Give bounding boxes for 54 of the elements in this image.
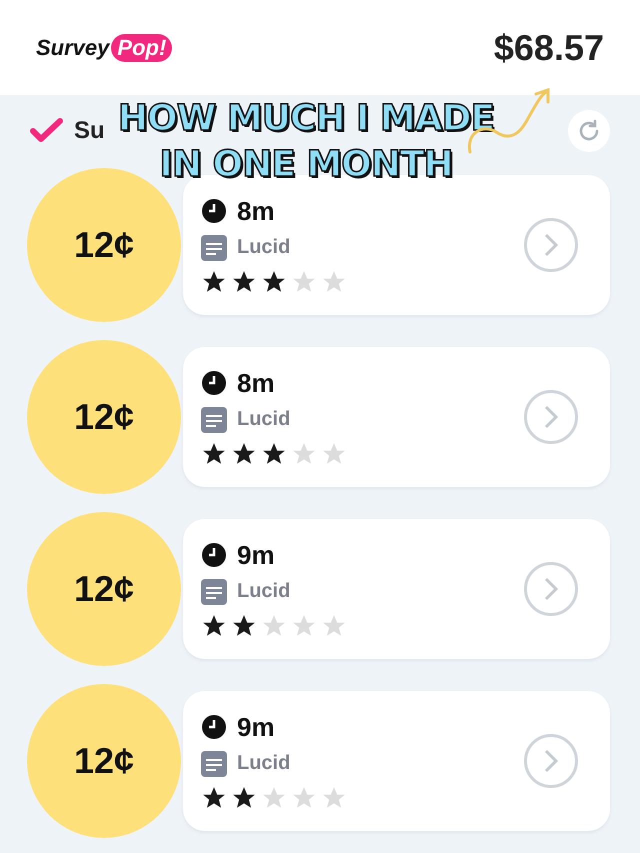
star-icon (321, 268, 347, 294)
check-icon (30, 118, 64, 144)
provider-name: Lucid (237, 752, 290, 775)
refresh-button[interactable] (568, 110, 610, 152)
reward-amount: 12¢ (27, 340, 181, 494)
duration: 8m (237, 368, 275, 398)
clock-icon (201, 714, 227, 740)
clock-icon (201, 198, 227, 224)
star-icon (201, 612, 227, 638)
star-icon (231, 612, 257, 638)
survey-card[interactable]: 8m Lucid (183, 347, 610, 487)
document-icon (201, 234, 227, 260)
provider-name: Lucid (237, 580, 290, 603)
star-icon (321, 440, 347, 466)
survey-card[interactable]: 8m Lucid (183, 175, 610, 315)
chevron-button[interactable] (524, 390, 578, 444)
duration: 9m (237, 712, 275, 742)
logo: Survey Pop! (36, 34, 172, 62)
star-icon (291, 784, 317, 810)
survey-card[interactable]: 9m Lucid (183, 519, 610, 659)
refresh-icon (577, 119, 601, 143)
reward-amount: 12¢ (27, 512, 181, 666)
star-icon (261, 440, 287, 466)
clock-icon (201, 370, 227, 396)
star-icon (231, 784, 257, 810)
survey-card[interactable]: 9m Lucid (183, 691, 610, 831)
star-icon (261, 268, 287, 294)
star-icon (321, 784, 347, 810)
star-icon (201, 268, 227, 294)
document-icon (201, 750, 227, 776)
star-icon (201, 440, 227, 466)
star-icon (291, 612, 317, 638)
star-icon (261, 612, 287, 638)
provider-name: Lucid (237, 408, 290, 431)
duration: 9m (237, 540, 275, 570)
clock-icon (201, 542, 227, 568)
star-icon (321, 612, 347, 638)
document-icon (201, 406, 227, 432)
duration: 8m (237, 196, 275, 226)
section-title: Su (74, 117, 105, 145)
chevron-button[interactable] (524, 734, 578, 788)
chevron-button[interactable] (524, 562, 578, 616)
star-icon (231, 268, 257, 294)
star-icon (231, 440, 257, 466)
reward-amount: 12¢ (27, 684, 181, 838)
chevron-button[interactable] (524, 218, 578, 272)
balance: $68.57 (494, 26, 604, 68)
document-icon (201, 578, 227, 604)
overlay-caption: HOW MUCH I MADE (118, 97, 494, 141)
star-icon (261, 784, 287, 810)
star-icon (201, 784, 227, 810)
star-icon (291, 268, 317, 294)
provider-name: Lucid (237, 236, 290, 259)
star-icon (291, 440, 317, 466)
